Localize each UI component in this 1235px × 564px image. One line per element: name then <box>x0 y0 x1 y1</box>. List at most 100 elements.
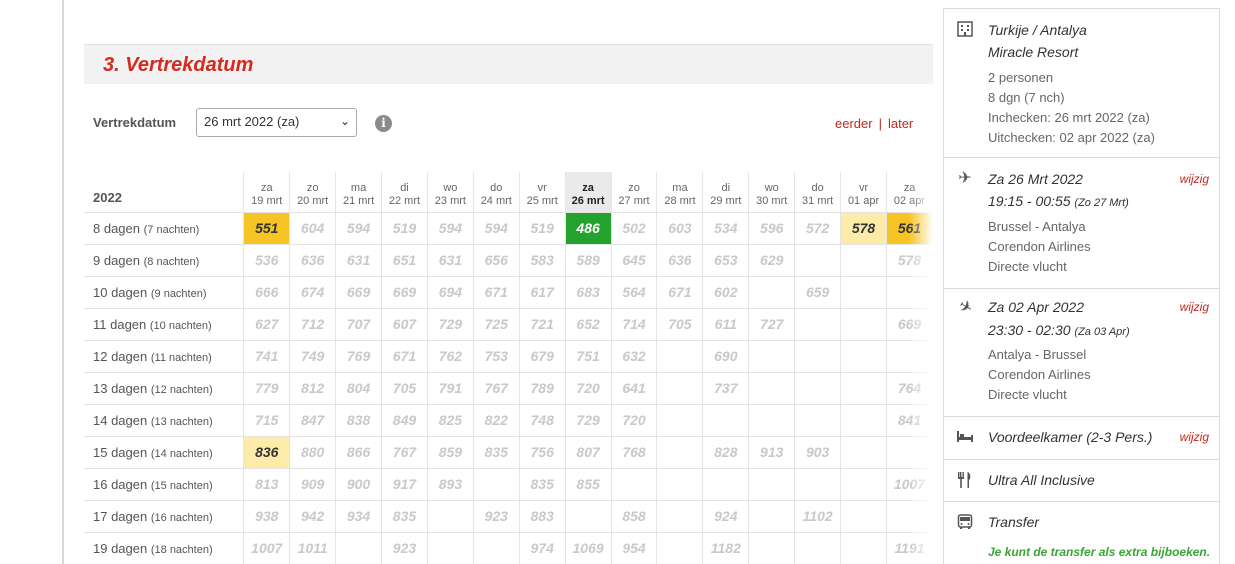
price-cell[interactable]: 900 <box>335 467 383 501</box>
price-cell[interactable]: 669 <box>886 307 933 341</box>
price-cell[interactable]: 753 <box>472 339 520 373</box>
price-cell[interactable]: 720 <box>564 371 612 405</box>
price-cell[interactable]: 804 <box>335 371 383 405</box>
earlier-link[interactable]: eerder <box>835 116 873 131</box>
price-cell[interactable]: 572 <box>794 211 842 245</box>
price-cell[interactable]: 594 <box>426 211 474 245</box>
price-cell[interactable]: 751 <box>564 339 612 373</box>
day-header-0[interactable]: za 19 mrt <box>243 172 291 213</box>
price-cell[interactable]: 659 <box>794 275 842 309</box>
price-cell[interactable]: 583 <box>518 243 566 277</box>
price-cell[interactable]: 636 <box>656 243 704 277</box>
departure-date-select[interactable]: 26 mrt 2022 (za) ⌄ <box>196 108 357 137</box>
price-cell[interactable]: 812 <box>289 371 337 405</box>
price-cell[interactable]: 791 <box>426 371 474 405</box>
price-cell[interactable]: 694 <box>426 275 474 309</box>
price-cell[interactable]: 725 <box>472 307 520 341</box>
day-header-9[interactable]: ma 28 mrt <box>656 172 704 213</box>
price-cell[interactable]: 1011 <box>289 531 337 564</box>
price-cell[interactable]: 669 <box>335 275 383 309</box>
price-cell[interactable]: 938 <box>243 499 291 533</box>
price-cell[interactable]: 502 <box>610 211 658 245</box>
price-cell[interactable]: 767 <box>472 371 520 405</box>
price-cell[interactable]: 715 <box>243 403 291 437</box>
price-cell[interactable]: 671 <box>381 339 428 373</box>
price-cell[interactable]: 1182 <box>702 531 750 564</box>
price-cell[interactable]: 561 <box>886 211 933 245</box>
price-cell[interactable]: 749 <box>289 339 337 373</box>
later-link[interactable]: later <box>888 116 913 131</box>
price-cell[interactable]: 641 <box>610 371 658 405</box>
price-cell[interactable]: 519 <box>381 211 428 245</box>
price-cell[interactable]: 828 <box>702 435 750 469</box>
price-cell[interactable]: 767 <box>381 435 428 469</box>
price-cell[interactable]: 942 <box>289 499 337 533</box>
price-cell[interactable]: 1007 <box>886 467 933 501</box>
price-cell[interactable]: 551 <box>243 211 291 245</box>
price-cell[interactable]: 602 <box>702 275 750 309</box>
price-cell[interactable]: 486 <box>564 211 612 245</box>
price-cell[interactable]: 534 <box>702 211 750 245</box>
day-header-14[interactable]: za 02 apr <box>886 172 933 213</box>
price-cell[interactable]: 764 <box>886 371 933 405</box>
price-cell[interactable]: 603 <box>656 211 704 245</box>
price-cell[interactable]: 835 <box>472 435 520 469</box>
day-header-4[interactable]: wo 23 mrt <box>426 172 474 213</box>
day-header-13[interactable]: vr 01 apr <box>840 172 887 213</box>
price-cell[interactable]: 917 <box>381 467 428 501</box>
price-cell[interactable]: 669 <box>381 275 428 309</box>
price-cell[interactable]: 768 <box>610 435 658 469</box>
price-cell[interactable]: 756 <box>518 435 566 469</box>
outbound-change-link[interactable]: wijzig <box>1180 172 1209 186</box>
price-cell[interactable]: 594 <box>335 211 383 245</box>
inbound-change-link[interactable]: wijzig <box>1180 300 1209 314</box>
price-cell[interactable]: 893 <box>426 467 474 501</box>
price-cell[interactable]: 683 <box>564 275 612 309</box>
price-cell[interactable]: 589 <box>564 243 612 277</box>
day-header-3[interactable]: di 22 mrt <box>381 172 428 213</box>
price-cell[interactable]: 825 <box>426 403 474 437</box>
price-cell[interactable]: 671 <box>656 275 704 309</box>
price-cell[interactable]: 859 <box>426 435 474 469</box>
price-cell[interactable]: 564 <box>610 275 658 309</box>
price-cell[interactable]: 729 <box>564 403 612 437</box>
price-cell[interactable]: 712 <box>289 307 337 341</box>
price-cell[interactable]: 909 <box>289 467 337 501</box>
price-cell[interactable]: 880 <box>289 435 337 469</box>
price-cell[interactable]: 822 <box>472 403 520 437</box>
day-header-8[interactable]: zo 27 mrt <box>610 172 658 213</box>
price-cell[interactable]: 813 <box>243 467 291 501</box>
price-cell[interactable]: 679 <box>518 339 566 373</box>
price-cell[interactable]: 923 <box>472 499 520 533</box>
day-header-11[interactable]: wo 30 mrt <box>748 172 796 213</box>
price-cell[interactable]: 849 <box>381 403 428 437</box>
price-cell[interactable]: 604 <box>289 211 337 245</box>
price-cell[interactable]: 924 <box>702 499 750 533</box>
price-cell[interactable]: 835 <box>518 467 566 501</box>
price-cell[interactable]: 607 <box>381 307 428 341</box>
price-cell[interactable]: 596 <box>748 211 796 245</box>
price-cell[interactable]: 578 <box>886 243 933 277</box>
price-cell[interactable]: 627 <box>243 307 291 341</box>
price-cell[interactable]: 611 <box>702 307 750 341</box>
price-cell[interactable]: 645 <box>610 243 658 277</box>
price-cell[interactable]: 729 <box>426 307 474 341</box>
price-cell[interactable]: 594 <box>472 211 520 245</box>
price-cell[interactable]: 836 <box>243 435 291 469</box>
price-cell[interactable]: 779 <box>243 371 291 405</box>
price-cell[interactable]: 883 <box>518 499 566 533</box>
price-cell[interactable]: 737 <box>702 371 750 405</box>
price-cell[interactable]: 974 <box>518 531 566 564</box>
day-header-1[interactable]: zo 20 mrt <box>289 172 337 213</box>
price-cell[interactable]: 631 <box>426 243 474 277</box>
price-cell[interactable]: 721 <box>518 307 566 341</box>
price-cell[interactable]: 1102 <box>794 499 842 533</box>
price-cell[interactable]: 578 <box>840 211 887 245</box>
price-cell[interactable]: 913 <box>748 435 796 469</box>
price-cell[interactable]: 847 <box>289 403 337 437</box>
price-cell[interactable]: 651 <box>381 243 428 277</box>
price-cell[interactable]: 855 <box>564 467 612 501</box>
price-cell[interactable]: 866 <box>335 435 383 469</box>
price-cell[interactable]: 705 <box>381 371 428 405</box>
day-header-5[interactable]: do 24 mrt <box>472 172 520 213</box>
